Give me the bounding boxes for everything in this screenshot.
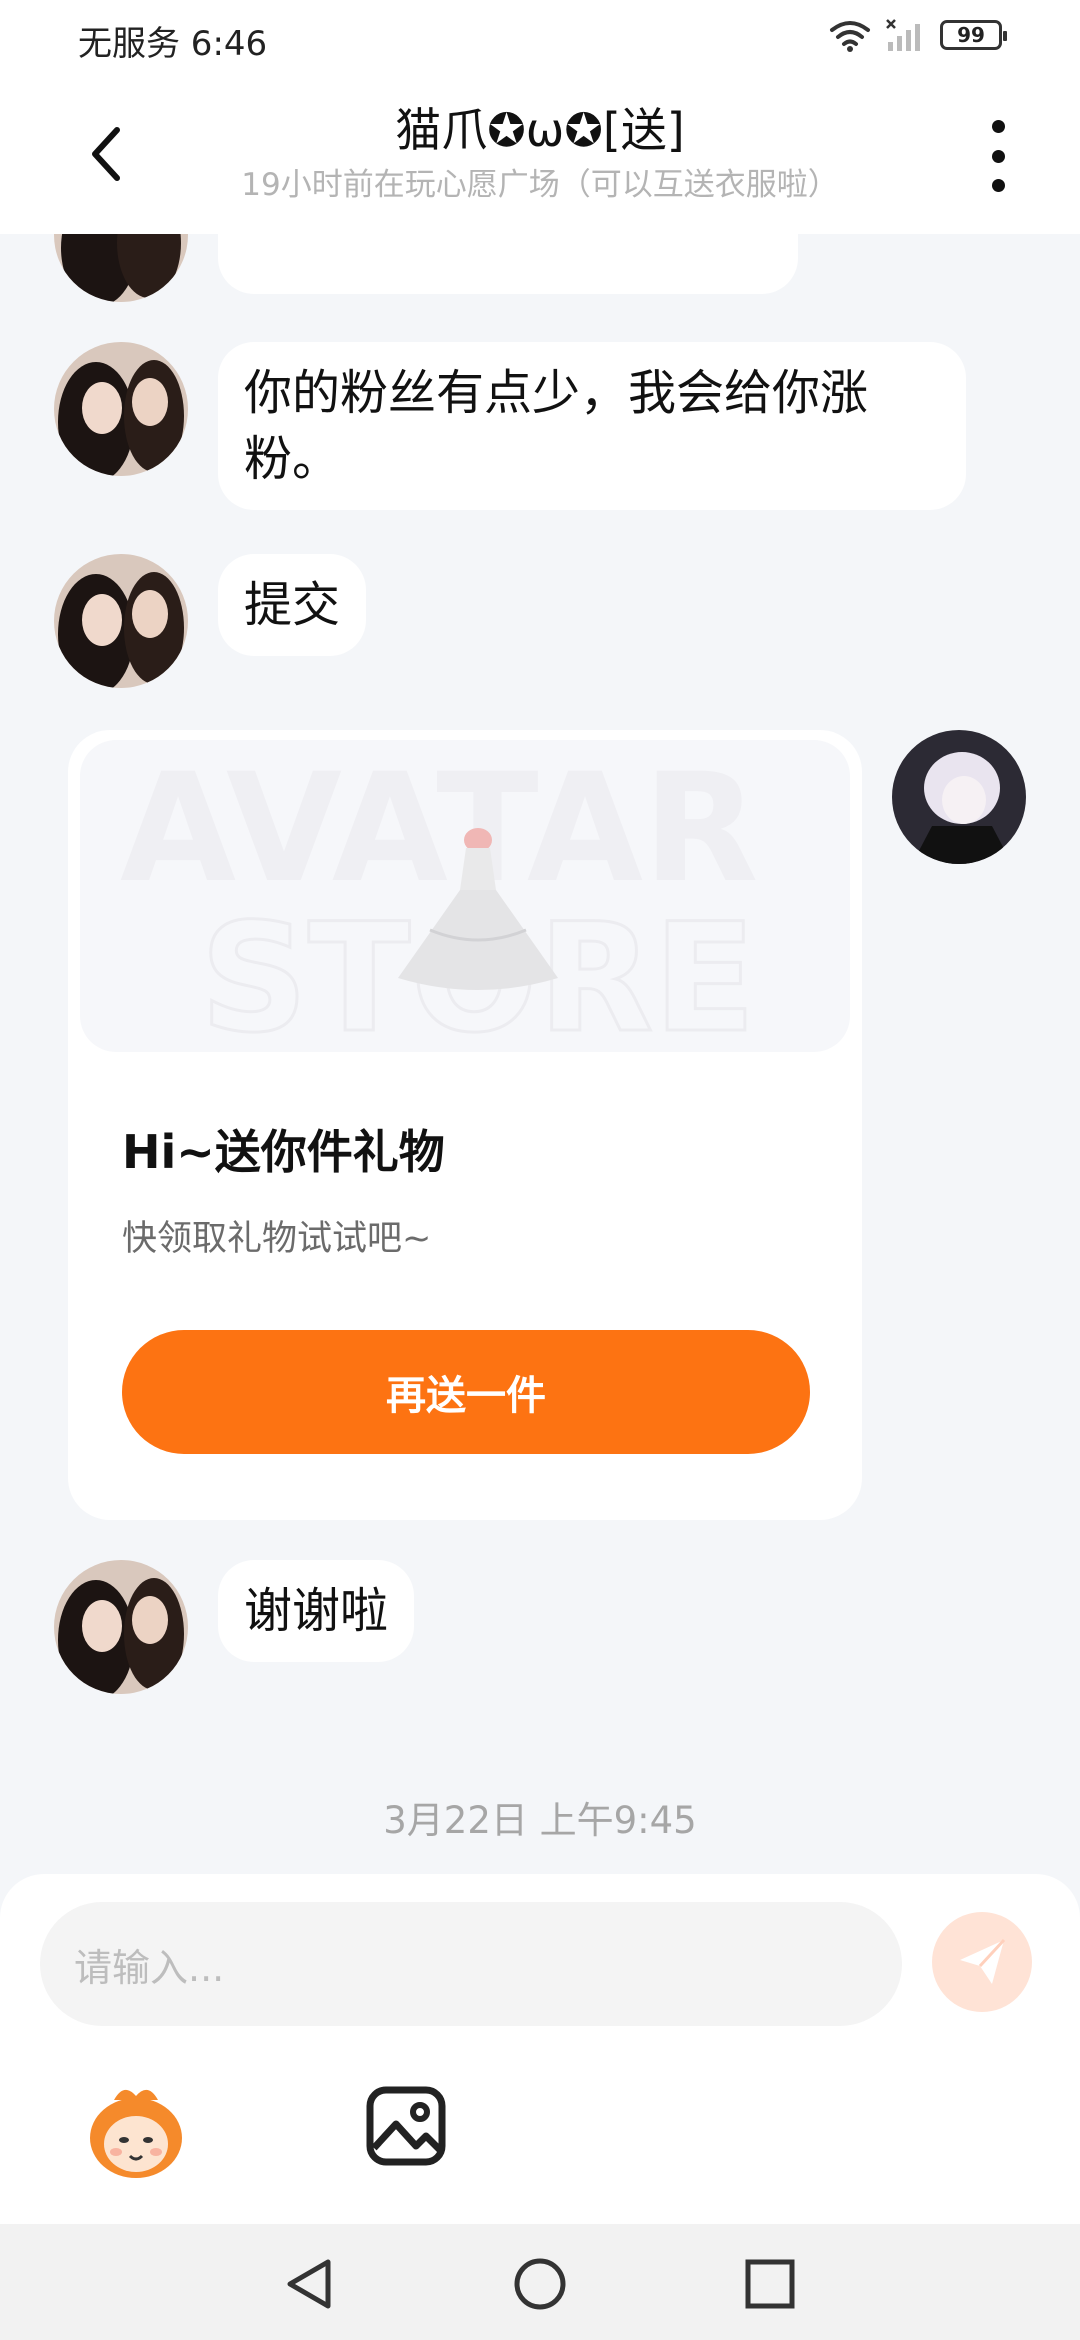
contact-status: 19小时前在玩心愿广场（可以互送衣服啦）	[241, 167, 839, 203]
watermark-line1: AVATAR	[120, 742, 759, 916]
input-panel: 请输入...	[0, 1874, 1080, 2224]
more-button[interactable]	[978, 120, 1018, 192]
image-picker-button[interactable]	[364, 2084, 448, 2168]
contact-avatar[interactable]	[54, 342, 188, 476]
message-list[interactable]: 你的粉丝有点少，我会给你涨粉。 提交 AVATAR Hi~送你件礼物 快领取礼物…	[0, 234, 1080, 1874]
back-icon	[92, 127, 120, 181]
message-bubble[interactable]: 提交	[218, 554, 367, 656]
nav-recents-icon	[745, 2259, 795, 2309]
nav-home-button[interactable]	[508, 2252, 572, 2316]
contact-avatar[interactable]	[54, 1560, 188, 1694]
contact-name: 猫爪✪ω✪[送]	[395, 103, 685, 157]
message-bubble[interactable]: 谢谢啦	[218, 1560, 415, 1662]
signal-icon	[886, 19, 920, 51]
status-icons: 99	[828, 18, 1007, 52]
message-timestamp: 3月22日 上午9:45	[383, 1799, 697, 1842]
back-button[interactable]	[76, 124, 136, 184]
status-carrier-time: 无服务 6:46	[78, 24, 268, 64]
send-icon	[960, 1938, 1006, 1984]
battery-level: 99	[957, 23, 985, 47]
send-another-button[interactable]: 再送一件	[122, 1330, 810, 1454]
gift-title: Hi~送你件礼物	[122, 1125, 445, 1179]
image-icon	[366, 2086, 446, 2166]
chat-screen: 无服务 6:46 99 猫爪✪ω✪[送] 19小时前在玩心愿广场（可以互送衣服啦…	[0, 0, 1080, 2340]
more-icon	[991, 120, 1005, 133]
wifi-icon	[830, 21, 870, 52]
contact-avatar[interactable]	[54, 554, 188, 688]
nav-back-icon	[287, 2259, 331, 2309]
nav-back-button[interactable]	[278, 2252, 342, 2316]
mascot-emoji-button[interactable]	[84, 2078, 188, 2182]
gift-image[interactable]: AVATAR STORE	[80, 740, 850, 1052]
gift-card[interactable]: AVATAR STORE Hi~送你件礼物 快领取礼物试试吧~ 再送一件	[68, 730, 862, 1520]
send-button[interactable]	[932, 1912, 1032, 2012]
battery-icon: 99	[940, 20, 1007, 50]
message-bubble[interactable]: 你的粉丝有点少，我会给你涨粉。	[218, 342, 966, 510]
gift-description: 快领取礼物试试吧~	[122, 1219, 432, 1259]
mascot-emoji-icon	[90, 2089, 182, 2178]
contact-avatar[interactable]	[54, 234, 188, 302]
self-avatar[interactable]	[892, 730, 1026, 864]
nav-recents-button[interactable]	[738, 2252, 802, 2316]
system-nav-bar	[0, 2224, 1080, 2340]
input-placeholder: 请输入...	[74, 1945, 225, 1990]
message-input[interactable]: 请输入...	[40, 1902, 902, 2026]
chat-header: 猫爪✪ω✪[送] 19小时前在玩心愿广场（可以互送衣服啦）	[0, 76, 1080, 234]
message-bubble-partial[interactable]	[218, 234, 798, 294]
nav-home-icon	[514, 2258, 566, 2310]
header-title-group[interactable]: 猫爪✪ω✪[送] 19小时前在玩心愿广场（可以互送衣服啦）	[200, 100, 880, 208]
status-bar: 无服务 6:46 99	[0, 0, 1080, 76]
